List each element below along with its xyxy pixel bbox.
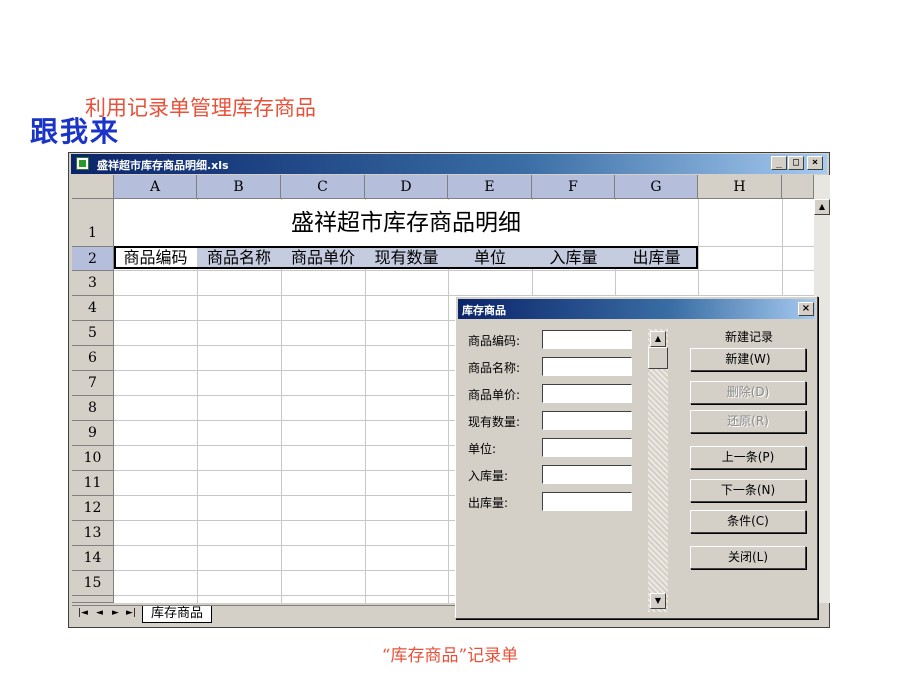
dialog-title: 库存商品 bbox=[462, 304, 506, 317]
next-record-button[interactable]: 下一条(N) bbox=[690, 479, 806, 502]
field-label-quantity: 现有数量: bbox=[468, 415, 521, 429]
field-input-unit[interactable] bbox=[542, 438, 632, 457]
previous-record-button[interactable]: 上一条(P) bbox=[690, 446, 806, 469]
row-header-1[interactable]: 1 bbox=[72, 199, 114, 247]
minimize-button[interactable]: _ bbox=[771, 156, 787, 170]
dialog-close-button[interactable]: × bbox=[798, 302, 814, 316]
tab-first-icon[interactable]: |◄ bbox=[78, 608, 88, 618]
slide-heading: 跟我来 bbox=[30, 115, 121, 148]
field-label-stock-in: 入库量: bbox=[468, 469, 509, 483]
close-button[interactable]: × bbox=[807, 156, 823, 170]
column-header-g[interactable]: G bbox=[615, 175, 698, 199]
row-header-4[interactable]: 4 bbox=[72, 296, 114, 321]
scroll-up-button[interactable]: ▲ bbox=[814, 199, 830, 215]
criteria-button[interactable]: 条件(C) bbox=[690, 510, 806, 533]
row-header-16[interactable] bbox=[72, 596, 114, 603]
selection-border bbox=[114, 246, 698, 269]
field-label-stock-out: 出库量: bbox=[468, 496, 509, 510]
column-header-i[interactable] bbox=[782, 175, 814, 199]
field-input-stock-out[interactable] bbox=[542, 492, 632, 511]
window-title: 盛祥超市库存商品明细.xls bbox=[97, 159, 229, 172]
row-header-8[interactable]: 8 bbox=[72, 396, 114, 421]
select-all-corner[interactable] bbox=[72, 175, 114, 199]
tab-prev-icon[interactable]: ◄ bbox=[96, 608, 103, 618]
maximize-button[interactable]: □ bbox=[788, 156, 804, 170]
data-form-dialog: 库存商品 × 商品编码: 商品名称: 商品单价: 现有数量: 单位: 入库量: … bbox=[455, 296, 818, 619]
field-label-unit: 单位: bbox=[468, 442, 497, 456]
tab-last-icon[interactable]: ►| bbox=[126, 608, 136, 618]
sheet-title-cell[interactable]: 盛祥超市库存商品明细 bbox=[114, 200, 698, 246]
field-label-price: 商品单价: bbox=[468, 388, 521, 402]
row-header-14[interactable]: 14 bbox=[72, 546, 114, 571]
column-header-a[interactable]: A bbox=[114, 175, 197, 199]
row-header-7[interactable]: 7 bbox=[72, 371, 114, 396]
figure-caption: “库存商品”记录单 bbox=[381, 646, 519, 666]
sheet-tab-inventory[interactable]: 库存商品 bbox=[142, 606, 213, 623]
record-scroll-thumb[interactable] bbox=[648, 347, 668, 369]
new-record-button[interactable]: 新建(W) bbox=[690, 348, 806, 371]
row-header-10[interactable]: 10 bbox=[72, 446, 114, 471]
field-input-stock-in[interactable] bbox=[542, 465, 632, 484]
close-dialog-button[interactable]: 关闭(L) bbox=[690, 546, 806, 569]
field-label-name: 商品名称: bbox=[468, 361, 521, 375]
row-header-9[interactable]: 9 bbox=[72, 421, 114, 446]
field-input-price[interactable] bbox=[542, 384, 632, 403]
row-header-12[interactable]: 12 bbox=[72, 496, 114, 521]
window-titlebar[interactable]: 盛祥超市库存商品明细.xls _ □ × bbox=[71, 154, 827, 174]
column-header-c[interactable]: C bbox=[281, 175, 365, 199]
record-status: 新建记录 bbox=[724, 330, 773, 344]
delete-button[interactable]: 删除(D) bbox=[690, 381, 806, 404]
column-header-f[interactable]: F bbox=[532, 175, 615, 199]
column-header-h[interactable]: H bbox=[698, 175, 782, 199]
dialog-titlebar[interactable]: 库存商品 × bbox=[458, 299, 815, 319]
field-label-code: 商品编码: bbox=[468, 334, 521, 348]
tab-next-icon[interactable]: ► bbox=[112, 608, 119, 618]
row-header-5[interactable]: 5 bbox=[72, 321, 114, 346]
excel-icon bbox=[76, 157, 89, 170]
row-header-11[interactable]: 11 bbox=[72, 471, 114, 496]
column-header-d[interactable]: D bbox=[365, 175, 448, 199]
row-header-3[interactable]: 3 bbox=[72, 271, 114, 296]
field-input-name[interactable] bbox=[542, 357, 632, 376]
field-input-code[interactable] bbox=[542, 330, 632, 349]
record-scroll-down-button[interactable]: ▼ bbox=[650, 593, 666, 609]
record-scroll-up-button[interactable]: ▲ bbox=[650, 331, 666, 347]
column-header-e[interactable]: E bbox=[448, 175, 532, 199]
record-scrollbar[interactable]: ▲ ▼ bbox=[648, 329, 668, 612]
restore-button[interactable]: 还原(R) bbox=[690, 410, 806, 433]
column-header-b[interactable]: B bbox=[197, 175, 281, 199]
row-header-2[interactable]: 2 bbox=[72, 247, 114, 271]
row-header-15[interactable]: 15 bbox=[72, 571, 114, 596]
row-header-6[interactable]: 6 bbox=[72, 346, 114, 371]
field-input-quantity[interactable] bbox=[542, 411, 632, 430]
row-header-13[interactable]: 13 bbox=[72, 521, 114, 546]
